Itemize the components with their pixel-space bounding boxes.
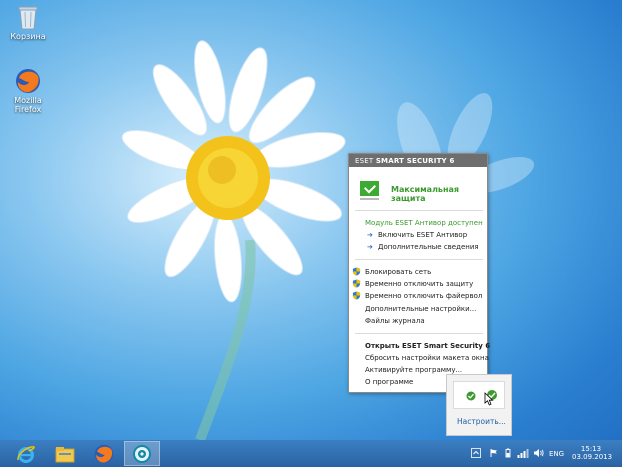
enable-anti-theft-link[interactable]: ➔ Включить ESET Антивор — [367, 231, 467, 239]
menu-item-label: Временно отключить защиту — [365, 280, 474, 288]
desktop-icon-recycle-bin[interactable]: Корзина — [0, 4, 56, 41]
eset-icon — [133, 444, 151, 463]
menu-divider — [355, 210, 483, 211]
eset-tray-icon[interactable] — [466, 391, 476, 401]
menu-item-label: О программе — [365, 378, 414, 386]
menu-item-advanced-settings[interactable]: Дополнительные настройки... — [365, 305, 476, 313]
link-label: Дополнительные сведения — [378, 243, 479, 251]
menu-item-about[interactable]: О программе — [365, 378, 413, 386]
tray-overflow-icons — [453, 381, 505, 409]
link-label: Включить ESET Антивор — [378, 231, 468, 239]
eset-brand-bold: SMART SECURITY 6 — [375, 157, 455, 165]
protection-status-text[interactable]: Максимальная защита — [391, 185, 487, 203]
eset-menu-header: ESET SMART SECURITY 6 — [349, 154, 487, 167]
protection-status-check-icon — [360, 181, 379, 200]
taskbar: ENG 15:13 03.09.2013 — [0, 440, 622, 467]
show-hidden-icons-icon[interactable] — [471, 448, 481, 458]
file-explorer-icon — [55, 446, 75, 462]
menu-item-label: Дополнительные настройки... — [365, 305, 477, 313]
menu-item-activate[interactable]: Активируйте программу... — [365, 366, 462, 374]
menu-item-block-network[interactable]: Блокировать сеть — [352, 267, 432, 276]
taskbar-firefox[interactable] — [86, 441, 122, 466]
internet-explorer-icon — [17, 445, 35, 463]
mouse-cursor-icon — [484, 392, 494, 406]
menu-item-open-eset[interactable]: Открыть ESET Smart Security 6 — [365, 342, 490, 350]
menu-item-label: Активируйте программу... — [365, 366, 463, 374]
customize-tray-link[interactable]: Настроить... — [457, 417, 506, 426]
eset-tray-menu: ESET SMART SECURITY 6 Максимальная защит… — [348, 153, 490, 393]
eset-brand-light: ESET — [355, 157, 374, 165]
more-info-link[interactable]: ➔ Дополнительные сведения — [367, 243, 479, 251]
action-center-flag-icon[interactable] — [489, 448, 499, 458]
desktop-icon-firefox[interactable]: Mozilla Firefox — [0, 68, 56, 114]
desktop-icon-label: Корзина — [10, 32, 46, 41]
desktop-wallpaper — [121, 40, 535, 440]
menu-item-label: Открыть ESET Smart Security 6 — [365, 342, 491, 350]
arrow-right-icon: ➔ — [367, 231, 373, 239]
uac-shield-icon — [352, 267, 361, 276]
menu-divider — [355, 333, 483, 334]
uac-shield-icon — [352, 291, 361, 300]
clock-time: 15:13 — [580, 445, 602, 453]
input-language-indicator[interactable]: ENG — [549, 450, 564, 458]
menu-item-log-files[interactable]: Файлы журнала — [365, 317, 425, 325]
menu-item-label: Файлы журнала — [365, 317, 425, 325]
firefox-icon — [16, 69, 40, 93]
menu-divider — [355, 259, 483, 260]
menu-item-pause-protection[interactable]: Временно отключить защиту — [352, 279, 474, 288]
desktop-icon-label: Mozilla Firefox — [14, 96, 42, 114]
uac-shield-icon — [352, 279, 361, 288]
recycle-bin-icon — [18, 6, 38, 30]
anti-theft-module-notice: Модуль ESET Антивор доступен — [365, 219, 483, 227]
taskbar-eset[interactable] — [124, 441, 160, 466]
taskbar-internet-explorer[interactable] — [8, 441, 44, 466]
volume-icon[interactable] — [533, 448, 545, 458]
network-icon[interactable] — [517, 448, 529, 458]
menu-item-pause-firewall[interactable]: Временно отключить файервол — [352, 291, 483, 300]
arrow-right-icon: ➔ — [367, 243, 373, 251]
menu-item-label: Блокировать сеть — [365, 268, 432, 276]
system-clock[interactable]: 15:13 03.09.2013 — [572, 445, 613, 461]
menu-item-label: Временно отключить файервол — [365, 292, 483, 300]
clock-date: 03.09.2013 — [572, 453, 613, 461]
taskbar-file-explorer[interactable] — [47, 441, 83, 466]
firefox-icon — [94, 444, 114, 463]
power-icon[interactable] — [503, 448, 513, 458]
tray-overflow-popup: Настроить... — [446, 374, 512, 436]
menu-item-reset-layout[interactable]: Сбросить настройки макета окна — [365, 354, 489, 362]
menu-item-label: Сбросить настройки макета окна — [365, 354, 489, 362]
